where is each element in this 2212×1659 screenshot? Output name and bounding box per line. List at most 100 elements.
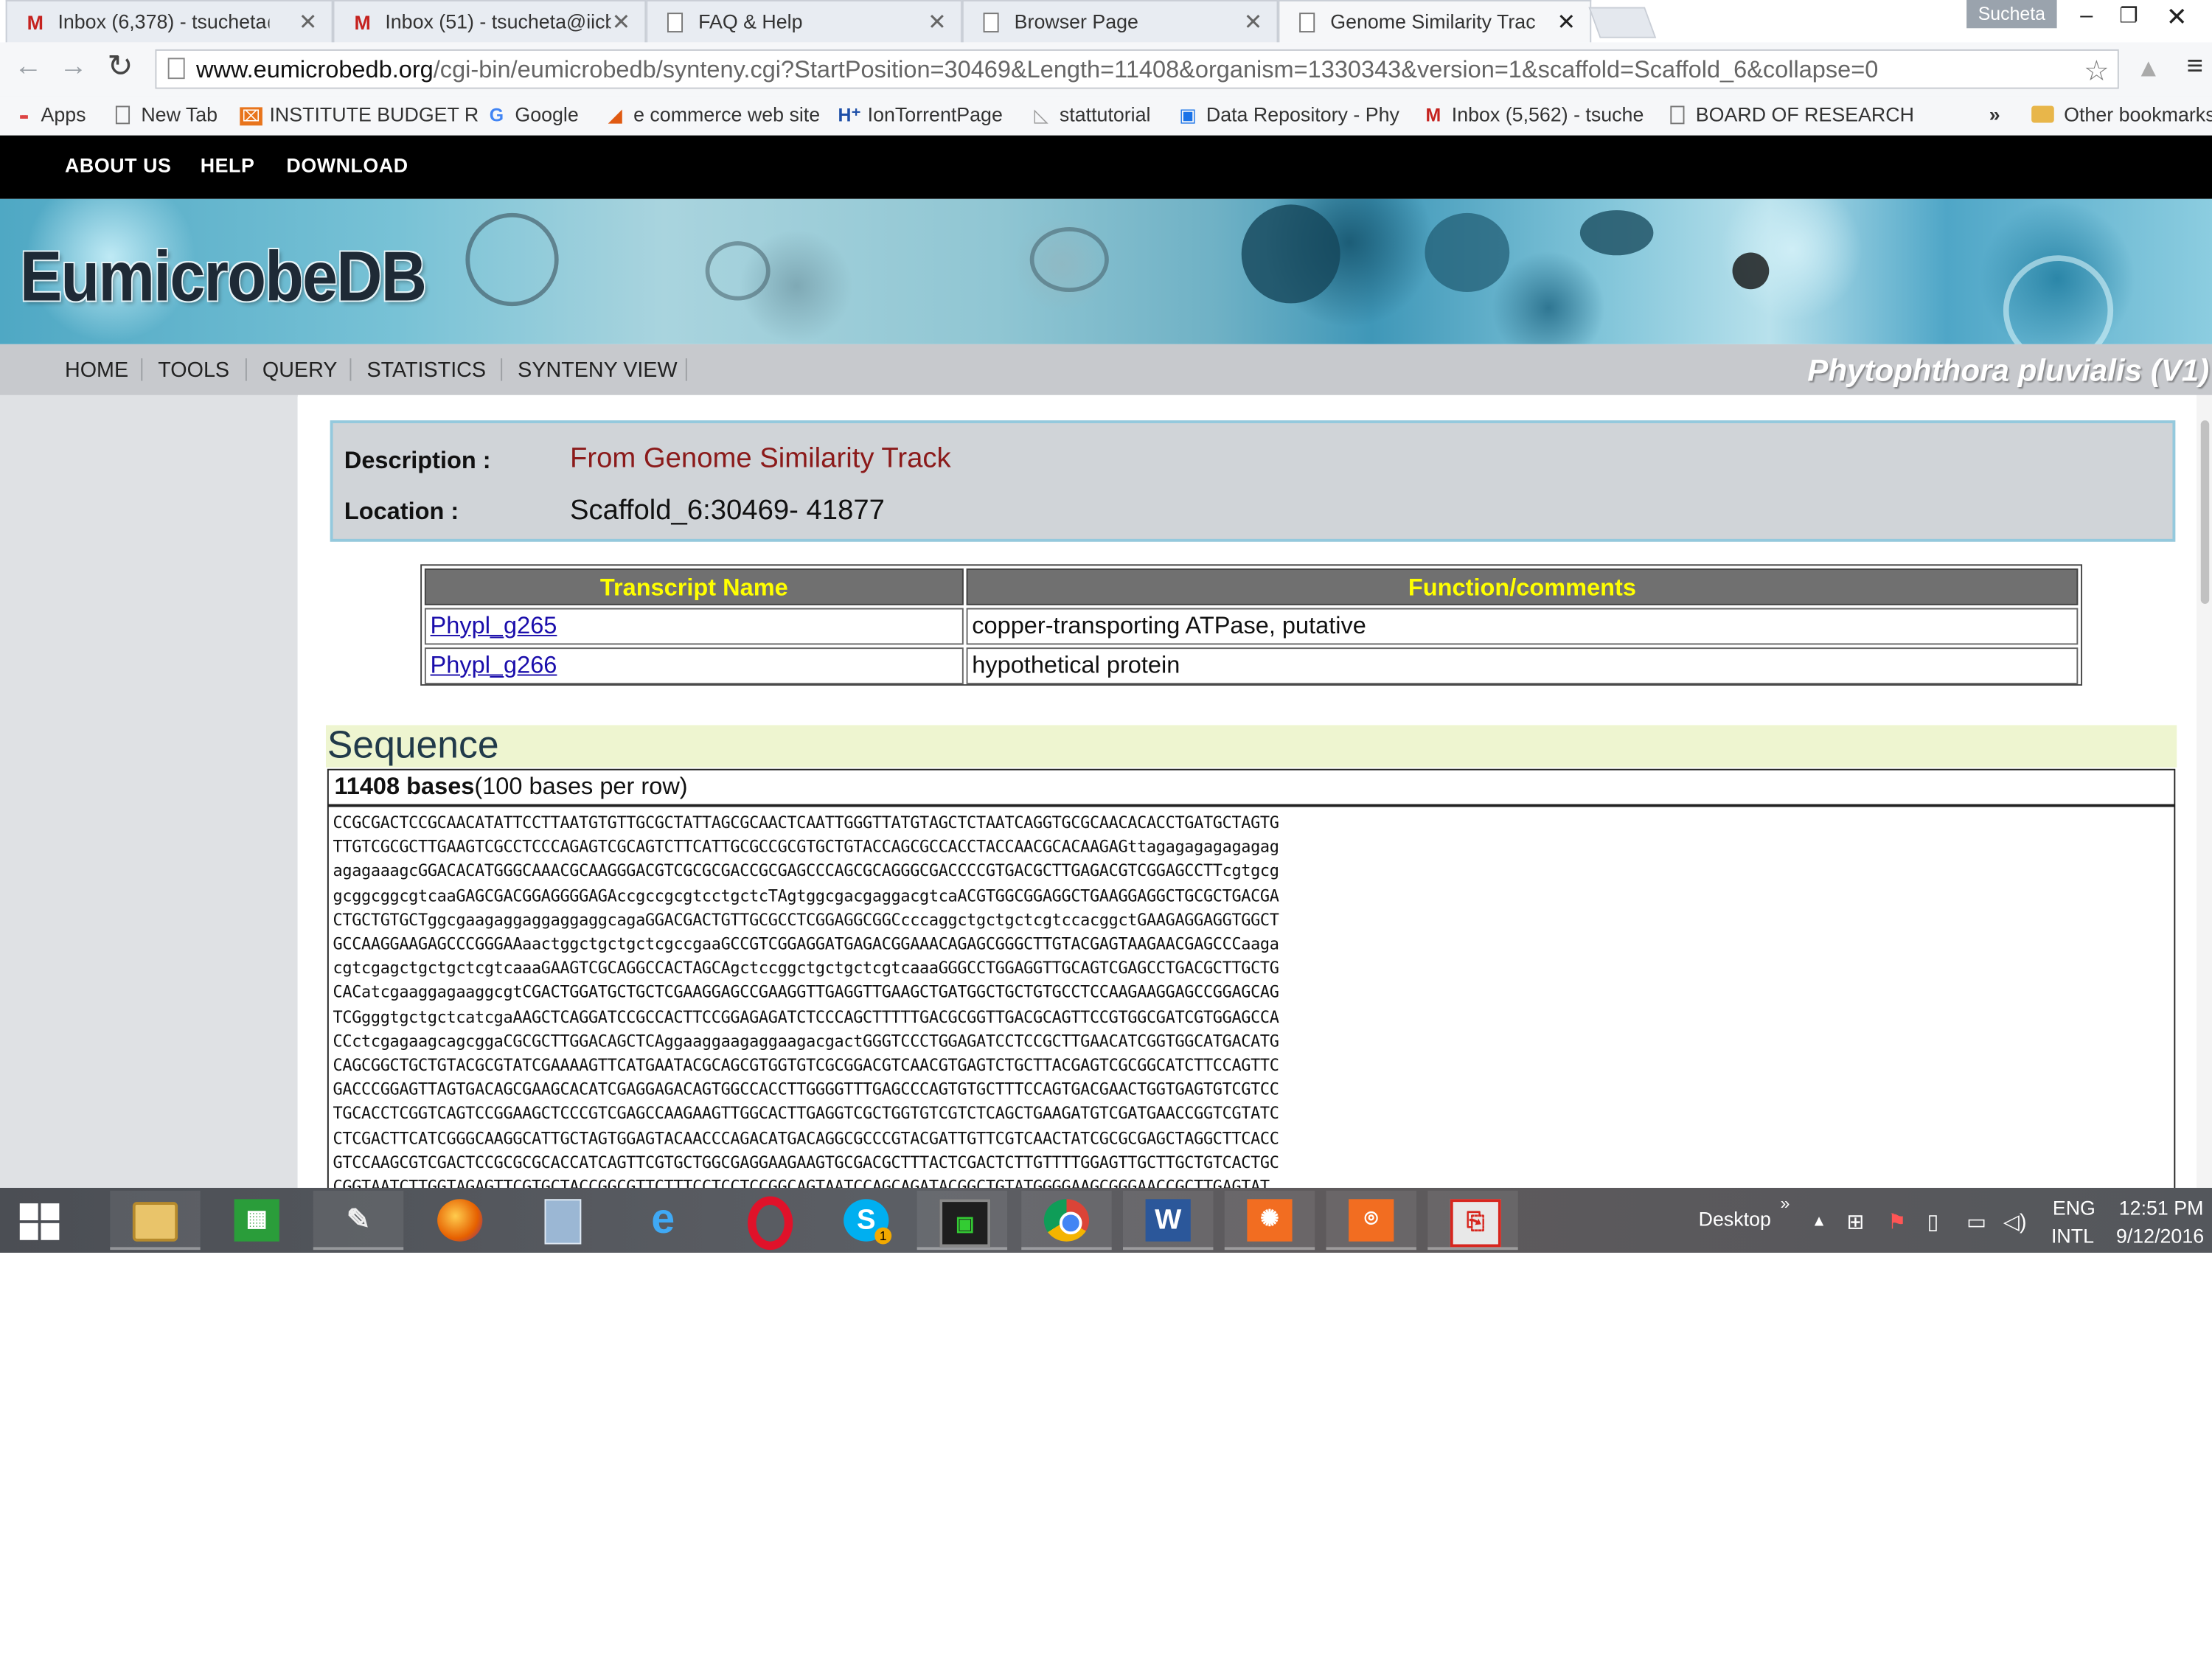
bookmark-inbox[interactable]: M Inbox (5,562) - tsuche [1422,103,1644,126]
nav-tools[interactable]: TOOLS [158,358,229,383]
location-label: Location : [344,498,459,525]
bookmark-label: INSTITUTE BUDGET R [269,102,479,126]
orange-app-icon[interactable]: ✺ [1224,1190,1315,1251]
file-explorer-icon[interactable] [110,1190,201,1251]
language-top[interactable]: ENG [2053,1196,2096,1219]
bookmark-new-tab[interactable]: New Tab [115,102,218,126]
minimize-icon[interactable]: – [2065,0,2107,34]
sequence-text-area[interactable]: CCGCGACTCCGCAACATATTCCTTAATGTGTTGCGCTATT… [327,805,2176,1188]
address-bar[interactable]: www.eumicrobedb.org/cgi-bin/eumicrobedb/… [155,49,2119,89]
word-icon[interactable]: W [1122,1190,1214,1251]
bookmark-apps[interactable]: ▪▪▪ Apps [11,103,86,126]
skype-icon[interactable]: S1 [821,1191,911,1250]
more-bookmarks-chevron-icon[interactable]: » [1989,103,2000,126]
browser-tab[interactable]: FAQ & Help ✕ [646,0,962,43]
tab-title: Inbox (6,378) - tsucheta@ [58,10,270,33]
nav-help[interactable]: HELP [201,154,255,177]
bookmark-google[interactable]: G Google [485,103,579,126]
paint-icon[interactable]: ✎ [313,1190,404,1251]
close-tab-icon[interactable]: ✕ [1557,8,1576,36]
site-logo[interactable]: EumicrobeDB [20,236,427,318]
sequence-row: agagaaagcGGACACATGGGCAAACGCAAGGGACGTCGCG… [333,860,1279,881]
desktop-toolbar-label[interactable]: Desktop [1699,1208,1771,1231]
menu-icon[interactable]: ≡ [2187,51,2203,83]
bookmark-institute-budget[interactable]: ⌧ INSTITUTE BUDGET R [240,103,479,126]
nav-about-us[interactable]: ABOUT US [65,154,171,177]
profile-button[interactable]: Sucheta [1966,0,2057,29]
restore-icon[interactable]: ❐ [2107,0,2149,34]
new-tab-button[interactable] [1588,7,1657,38]
location-value: Scaffold_6:30469- 41877 [569,495,885,526]
language-bottom[interactable]: INTL [2051,1225,2094,1248]
sequence-row: cgtcgagctgctgctcgtcaaaGAAGTCGCAGGCCACTAG… [333,958,1279,978]
nav-query[interactable]: QUERY [262,358,338,383]
nav-statistics[interactable]: STATISTICS [366,358,486,383]
bookmark-board-of-research[interactable]: BOARD OF RESEARCH [1670,103,1914,125]
bookmarks-bar: ▪▪▪ Apps New Tab ⌧ INSTITUTE BUDGET R G Goo… [0,96,2212,137]
bookmark-label: Data Repository - Phy [1206,102,1399,126]
transcript-link[interactable]: Phypl_g265 [431,612,557,639]
close-tab-icon[interactable]: ✕ [612,8,631,36]
windows-logo-tray-icon[interactable]: ⊞ [1847,1209,1865,1235]
bookmark-label: New Tab [141,102,218,126]
transcript-link[interactable]: Phypl_g266 [431,652,557,678]
gmail-icon: M [1425,104,1441,126]
close-window-icon[interactable]: ✕ [2156,0,2198,34]
volume-icon[interactable]: ◁) [2003,1209,2027,1235]
table-cell-function: copper-transporting ATPase, putative [966,608,2079,645]
url-path: /cgi-bin/eumicrobedb/synteny.cgi?StartPo… [433,56,1879,83]
calculator-icon[interactable] [516,1191,606,1250]
transcript-table: Transcript Name Function/comments Phypl_… [420,564,2083,686]
bookmark-iontorrent[interactable]: H⁺ IonTorrentPage [838,103,1003,128]
bookmark-data-repository[interactable]: ▣ Data Repository - Phy [1177,103,1399,128]
scrollbar-thumb[interactable] [2200,420,2210,604]
battery-icon[interactable]: ▯ [1927,1209,1939,1235]
bookmark-stattutorial[interactable]: ◺ stattutorial [1030,103,1150,128]
sequence-row: TCGgggtgctgctcatcgaAAGCTCAGGATCCGCCACTTC… [333,1006,1279,1027]
action-center-flag-icon[interactable]: ⚑ [1888,1209,1907,1235]
description-value: From Genome Similarity Track [569,442,951,474]
bookmark-label: Apps [41,102,86,126]
microbe-illustration [705,241,771,301]
nav-divider [141,358,143,381]
clock-time[interactable]: 12:51 PM [2119,1196,2204,1219]
firefox-icon[interactable] [415,1191,505,1250]
back-icon[interactable]: ← [14,51,42,83]
clock-date[interactable]: 9/12/2016 [2116,1225,2204,1248]
opera-icon[interactable] [720,1191,810,1251]
sequence-header: Sequence [325,724,2177,768]
bookmark-ecommerce[interactable]: ◢ e commerce web site [604,102,821,128]
forward-icon[interactable]: → [59,51,87,83]
terminal-icon[interactable]: ▣ [917,1190,1008,1251]
windows-taskbar: ▦ ✎ e S1 ▣ W ✺ ⌾ ⎘ Desktop » ▲ ⊞ ⚑ ▯ ▭ ◁… [0,1187,2212,1253]
reload-icon[interactable]: ↻ [107,48,133,85]
sequence-row: GCCAAGGAAGAGCCCGGGAAaactggctgctgctcgccga… [333,933,1279,954]
browser-tab-active[interactable]: Genome Similarity Track P ✕ [1278,0,1592,43]
url-text[interactable]: www.eumicrobedb.org/cgi-bin/eumicrobedb/… [196,57,2073,85]
internet-explorer-icon[interactable]: e [618,1191,708,1250]
desktop-chevron-icon[interactable]: » [1781,1194,1790,1214]
organism-title: Phytophthora pluvialis (V1) [1807,352,2210,389]
nav-home[interactable]: HOME [65,358,128,383]
windows-start-icon[interactable] [19,1203,62,1240]
nav-synteny-view[interactable]: SYNTENY VIEW [518,358,677,383]
chrome-icon[interactable] [1021,1190,1112,1251]
microbe-illustration [1425,212,1510,293]
acrobat-icon[interactable]: ⎘ [1427,1190,1518,1251]
close-tab-icon[interactable]: ✕ [299,8,318,36]
browser-tab[interactable]: Browser Page ✕ [961,0,1279,43]
browser-tab[interactable]: M Inbox (6,378) - tsucheta@ ✕ [5,0,333,43]
bookmark-label: e commerce web site [633,102,821,126]
bookmark-star-icon[interactable]: ☆ [2084,54,2109,89]
close-tab-icon[interactable]: ✕ [1244,8,1263,36]
camera-app-icon[interactable]: ⌾ [1326,1190,1416,1251]
network-icon[interactable]: ▭ [1966,1209,1986,1235]
store-icon[interactable]: ▦ [212,1191,302,1250]
show-hidden-icons-icon[interactable]: ▲ [1812,1213,1827,1230]
extension-icon[interactable]: ▲ [2136,54,2161,83]
close-tab-icon[interactable]: ✕ [928,8,947,36]
gmail-icon: M [354,11,371,34]
other-bookmarks[interactable]: Other bookmarks [2031,103,2212,125]
nav-download[interactable]: DOWNLOAD [286,154,408,177]
browser-tab[interactable]: M Inbox (51) - tsucheta@iicb ✕ [333,0,647,43]
